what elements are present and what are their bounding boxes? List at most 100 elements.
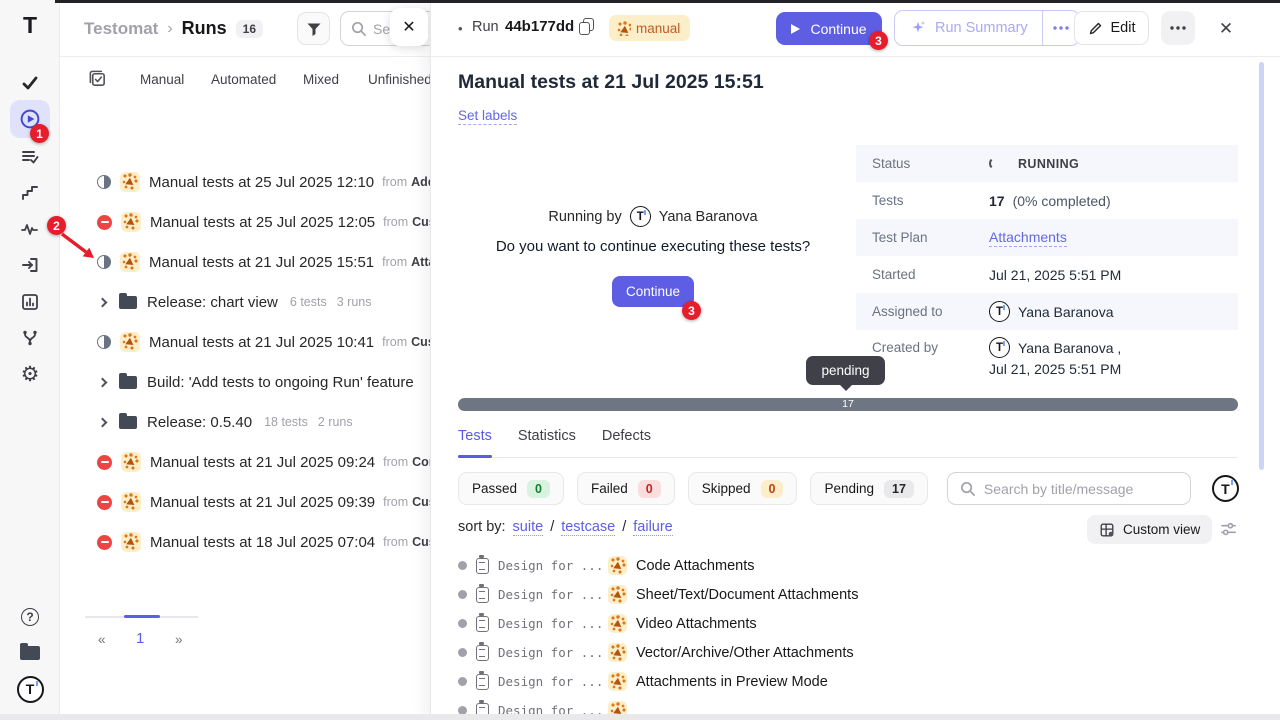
chevron-right-icon[interactable] xyxy=(98,417,108,427)
sparkles-icon xyxy=(909,19,927,37)
sort-by-suite[interactable]: suite xyxy=(513,519,544,536)
filter-button[interactable] xyxy=(297,12,330,45)
close-search-button[interactable]: ✕ xyxy=(390,8,428,46)
tab-automated[interactable]: Automated xyxy=(211,72,276,87)
sidebar-item-projects[interactable] xyxy=(0,638,60,668)
run-list-item[interactable]: Manual tests at 18 Jul 2025 07:04 fromCu… xyxy=(60,522,430,562)
continue-question: Do you want to continue executing these … xyxy=(458,238,848,255)
edit-run-button[interactable]: Edit xyxy=(1074,11,1149,45)
runs-list: Manual tests at 25 Jul 2025 12:10 fromAd… xyxy=(60,162,430,562)
test-plan-link[interactable]: Attachments xyxy=(989,229,1067,247)
run-list-item[interactable]: Manual tests at 21 Jul 2025 09:39 fromCu… xyxy=(60,482,430,522)
breadcrumb-app[interactable]: Testomat xyxy=(84,19,158,39)
test-status-dot xyxy=(458,619,467,628)
status-running-icon xyxy=(97,175,111,189)
sort-label: sort by: xyxy=(458,519,506,535)
test-name: Sheet/Text/Document Attachments xyxy=(636,587,858,603)
assignee-avatar-filter[interactable]: T xyxy=(1212,475,1239,502)
window-top-edge xyxy=(55,0,1280,3)
set-labels-link[interactable]: Set labels xyxy=(458,108,517,125)
test-row[interactable]: Design for ... Code Attachments xyxy=(458,551,1258,580)
clipboard-icon xyxy=(476,674,489,690)
pagination-page-1[interactable]: 1 xyxy=(136,630,144,647)
sidebar-item-help[interactable]: ? xyxy=(0,602,60,632)
info-row-status: Status RUNNING xyxy=(856,145,1238,182)
more-icon xyxy=(1170,26,1186,30)
test-row[interactable]: Design for ... Attachments in Preview Mo… xyxy=(458,667,1258,696)
tab-unfinished[interactable]: Unfinished xyxy=(368,72,430,87)
branch-icon xyxy=(20,328,40,348)
help-icon: ? xyxy=(21,608,39,626)
chevron-right-icon[interactable] xyxy=(98,377,108,387)
sidebar-item-checks[interactable] xyxy=(0,68,60,98)
tab-statistics[interactable]: Statistics xyxy=(518,428,576,457)
tab-manual[interactable]: Manual xyxy=(140,72,184,87)
sidebar-item-branches[interactable] xyxy=(0,323,60,353)
more-actions-button[interactable] xyxy=(1161,11,1195,45)
run-list-item[interactable]: Manual tests at 25 Jul 2025 12:10 fromAd… xyxy=(60,162,430,202)
sidebar-item-test-plans[interactable] xyxy=(0,142,60,172)
filter-pending-button[interactable]: Pending17 xyxy=(810,472,927,505)
sort-by-failure[interactable]: failure xyxy=(633,519,673,536)
annotation-badge-3: 3 xyxy=(869,31,888,50)
tests-search-input[interactable] xyxy=(984,481,1174,497)
copy-run-id-button[interactable] xyxy=(578,18,598,38)
run-detail-header: • Run 44b177dd manual Continue 3 Run Sum… xyxy=(431,0,1280,57)
test-row[interactable]: Design for ... Sheet/Text/Document Attac… xyxy=(458,580,1258,609)
custom-view-button[interactable]: Custom view xyxy=(1087,515,1212,544)
manual-run-icon xyxy=(121,492,141,512)
sidebar-item-import[interactable] xyxy=(0,250,60,280)
pagination-next[interactable]: » xyxy=(175,632,183,647)
close-detail-button[interactable]: ✕ xyxy=(1211,14,1241,44)
run-group-folder[interactable]: Release: chart view 6 tests3 runs xyxy=(60,282,430,322)
info-row-tests: Tests 17(0% completed) xyxy=(856,182,1238,219)
filter-skipped-button[interactable]: Skipped0 xyxy=(688,472,798,505)
test-row[interactable]: Design for ... Vector/Archive/Other Atta… xyxy=(458,638,1258,667)
run-summary-button[interactable]: Run Summary xyxy=(895,11,1042,45)
folder-title: Build: 'Add tests to ongoing Run' featur… xyxy=(147,374,414,391)
app-logo[interactable]: T xyxy=(0,10,60,40)
clipboard-icon xyxy=(476,558,489,574)
pagination-prev[interactable]: « xyxy=(98,632,106,647)
detail-scrollbar-thumb[interactable] xyxy=(1259,62,1264,470)
tab-tests[interactable]: Tests xyxy=(458,428,492,457)
filter-failed-button[interactable]: Failed0 xyxy=(577,472,675,505)
run-detail-panel: • Run 44b177dd manual Continue 3 Run Sum… xyxy=(430,0,1280,720)
filter-sliders-icon[interactable] xyxy=(1220,521,1237,538)
sidebar-item-settings[interactable]: ⚙ xyxy=(0,359,60,389)
manual-run-icon xyxy=(615,20,631,36)
pencil-icon xyxy=(1088,21,1103,36)
run-group-folder[interactable]: Build: 'Add tests to ongoing Run' featur… xyxy=(60,362,430,402)
annotation-badge-3: 3 xyxy=(682,301,701,320)
sidebar-item-profile[interactable]: T xyxy=(0,674,60,704)
select-runs-icon[interactable] xyxy=(88,69,107,88)
run-title: Manual tests at 21 Jul 2025 10:41 xyxy=(149,334,374,351)
logo-letter: T xyxy=(23,14,37,37)
sidebar-item-reports[interactable] xyxy=(0,287,60,317)
run-group-folder[interactable]: Release: 0.5.40 18 tests2 runs xyxy=(60,402,430,442)
pagination: « 1 » xyxy=(60,630,220,656)
filter-passed-button[interactable]: Passed0 xyxy=(458,472,564,505)
user-avatar: T xyxy=(989,301,1010,322)
annotation-badge-1: 1 xyxy=(30,124,49,143)
continue-run-button[interactable]: Continue xyxy=(776,12,882,45)
manual-run-icon xyxy=(120,252,140,272)
tests-search[interactable] xyxy=(947,472,1191,505)
continue-prompt-button[interactable]: Continue xyxy=(612,276,694,307)
search-icon xyxy=(959,480,976,497)
tab-mixed[interactable]: Mixed xyxy=(303,72,339,87)
tab-defects[interactable]: Defects xyxy=(602,428,651,457)
run-list-item[interactable]: Manual tests at 21 Jul 2025 10:41 fromCu… xyxy=(60,322,430,362)
run-title: Manual tests at 25 Jul 2025 12:05 xyxy=(150,214,375,231)
sort-by-testcase[interactable]: testcase xyxy=(561,519,615,536)
status-filter-row: Passed0 Failed0 Skipped0 Pending17 T xyxy=(458,472,1239,505)
chevron-right-icon[interactable] xyxy=(98,297,108,307)
status-failed-icon xyxy=(97,455,112,470)
status-value: RUNNING xyxy=(1018,157,1079,171)
run-list-item-selected[interactable]: Manual tests at 21 Jul 2025 15:51 fromAt… xyxy=(60,242,430,282)
run-title: Manual tests at 18 Jul 2025 07:04 xyxy=(150,534,375,551)
test-row[interactable]: Design for ... Video Attachments xyxy=(458,609,1258,638)
run-list-item[interactable]: Manual tests at 25 Jul 2025 12:05 fromCu… xyxy=(60,202,430,242)
sidebar-item-steps[interactable] xyxy=(0,178,60,208)
run-list-item[interactable]: Manual tests at 21 Jul 2025 09:24 fromCo… xyxy=(60,442,430,482)
